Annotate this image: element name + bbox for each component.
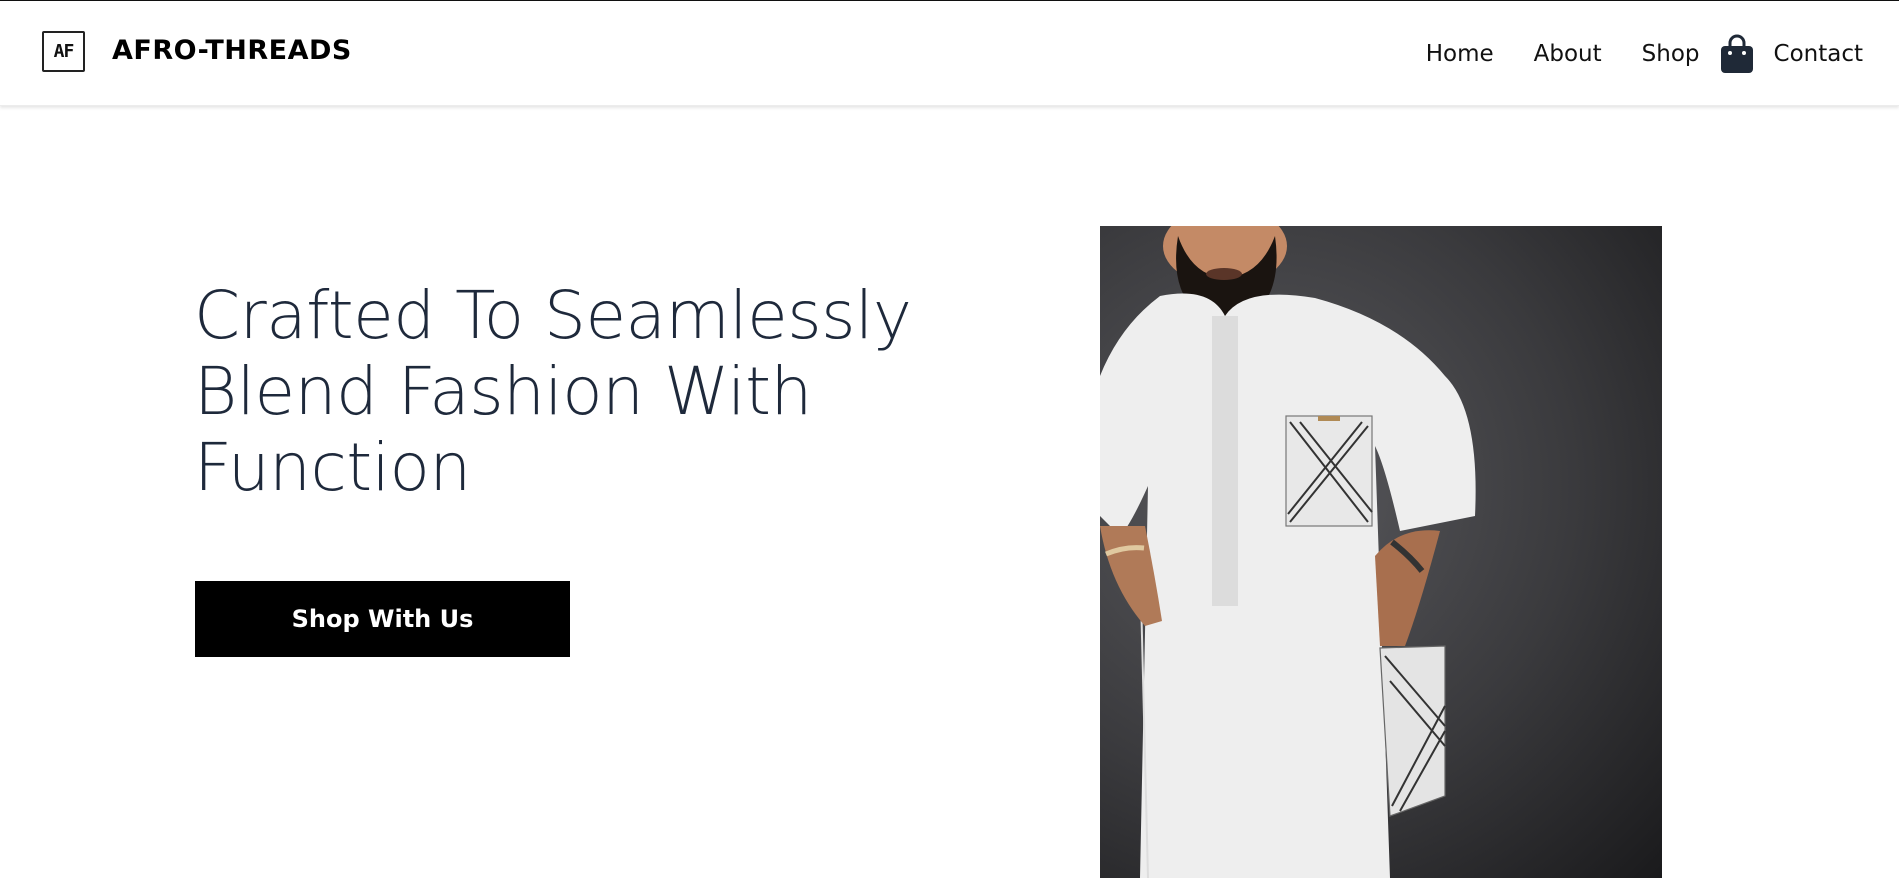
- logo-icon[interactable]: AF: [42, 31, 85, 72]
- nav-about[interactable]: About: [1534, 41, 1602, 67]
- site-header: AF AFRO-THREADS Home About Shop Contact: [0, 1, 1899, 106]
- main-nav: Home About Shop Contact: [1426, 31, 1863, 77]
- nav-shop[interactable]: Shop: [1642, 41, 1700, 67]
- model-illustration: [1100, 226, 1476, 878]
- brand-name[interactable]: AFRO-THREADS: [112, 35, 352, 66]
- shopping-bag-icon[interactable]: [1720, 34, 1754, 74]
- shop-with-us-button[interactable]: Shop With Us: [195, 581, 570, 657]
- logo-initials: AF: [53, 41, 75, 62]
- hero-heading: Crafted To Seamlessly Blend Fashion With…: [194, 277, 912, 506]
- nav-home[interactable]: Home: [1426, 41, 1494, 67]
- hero-image: [1100, 226, 1662, 878]
- nav-contact[interactable]: Contact: [1774, 41, 1863, 67]
